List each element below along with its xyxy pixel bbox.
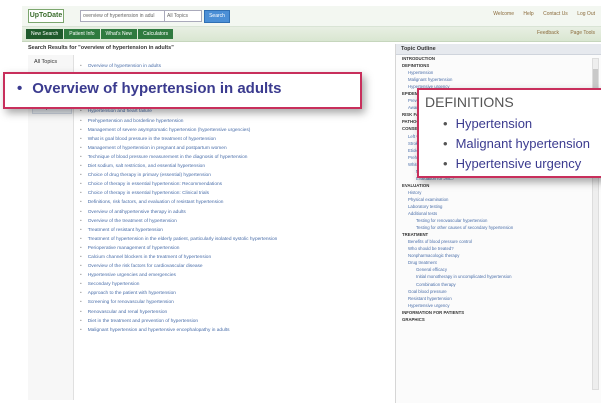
outline-item[interactable]: Hypertension	[402, 69, 601, 76]
result-item[interactable]: Definitions, risk factors, and evaluatio…	[80, 198, 380, 207]
outline-item[interactable]: Physical examination	[402, 196, 601, 203]
result-item[interactable]: Overview of hypertension in adults	[80, 62, 380, 71]
outline-item[interactable]: Laboratory testing	[402, 203, 601, 210]
result-item[interactable]: Choice of therapy in essential hypertens…	[80, 189, 380, 198]
feedback-link[interactable]: Feedback	[537, 30, 559, 36]
result-item[interactable]: Prehypertension and borderline hypertens…	[80, 117, 380, 126]
tab-calculators[interactable]: Calculators	[138, 29, 174, 39]
result-item[interactable]: Treatment of resistant hypertension	[80, 226, 380, 235]
result-item[interactable]: Overview of antihypertensive therapy in …	[80, 208, 380, 217]
outline-item[interactable]: Combination therapy	[402, 281, 601, 288]
topic-outline-heading: Topic Outline	[396, 44, 601, 55]
outline-section-heading[interactable]: DEFINITIONS	[402, 62, 601, 69]
result-item[interactable]: Screening for renovascular hypertension	[80, 298, 380, 307]
outline-item[interactable]: Resistant hypertension	[402, 295, 601, 302]
uptodate-window: UpToDate overview of hypertension in adu…	[0, 0, 601, 403]
outline-item[interactable]: Who should be treated?	[402, 245, 601, 252]
search-scope-select[interactable]: All Topics	[164, 10, 202, 22]
top-bar: UpToDate overview of hypertension in adu…	[22, 6, 601, 27]
overview-zoom-callout: Overview of hypertension in adults	[3, 72, 362, 109]
uptodate-logo[interactable]: UpToDate	[28, 9, 64, 23]
result-item[interactable]: Secondary hypertension	[80, 280, 380, 289]
result-item[interactable]: Overview of the treatment of hypertensio…	[80, 217, 380, 226]
nav-bar: New Search Patient Info What's New Calcu…	[22, 27, 601, 42]
search-input[interactable]: overview of hypertension in adul	[80, 10, 166, 22]
top-link-help[interactable]: Help	[523, 11, 533, 17]
top-link-contact[interactable]: Contact Us	[543, 11, 568, 17]
outline-item[interactable]: Benefits of blood pressure control	[402, 238, 601, 245]
outline-section-heading[interactable]: INFORMATION FOR PATIENTS	[402, 309, 601, 316]
outline-item[interactable]: General efficacy	[402, 266, 601, 273]
result-item[interactable]: Choice of therapy in essential hypertens…	[80, 180, 380, 189]
definitions-callout-list: Hypertension Malignant hypertension Hype…	[443, 114, 590, 174]
result-item[interactable]: Management of severe asymptomatic hypert…	[80, 126, 380, 135]
tab-new-search[interactable]: New Search	[26, 29, 64, 39]
outline-item[interactable]: Testing for renovascular hypertension	[402, 217, 601, 224]
result-item[interactable]: Technique of blood pressure measurement …	[80, 153, 380, 162]
results-heading: Search Results for "overview of hyperten…	[28, 45, 174, 51]
outline-item[interactable]: Drug treatment	[402, 259, 601, 266]
outline-section-heading[interactable]: GRAPHICS	[402, 316, 601, 323]
outline-item[interactable]: Testing for other causes of secondary hy…	[402, 224, 601, 231]
sidebar-item-all-topics[interactable]: All Topics	[34, 59, 57, 65]
top-link-logout[interactable]: Log Out	[577, 11, 595, 17]
outline-item[interactable]: Malignant hypertension	[402, 76, 601, 83]
tab-patient-info[interactable]: Patient Info	[64, 29, 100, 39]
definitions-callout-item: Hypertension	[443, 114, 590, 134]
outline-section-heading[interactable]: INTRODUCTION	[402, 55, 601, 62]
nav-right-links: Feedback Page Tools	[527, 30, 595, 36]
result-item[interactable]: Malignant hypertension and hypertensive …	[80, 326, 380, 335]
page-tools-link[interactable]: Page Tools	[570, 30, 595, 36]
result-item[interactable]: Treatment of hypertension in the elderly…	[80, 235, 380, 244]
outline-item[interactable]: History	[402, 189, 601, 196]
outline-item[interactable]: Additional tests	[402, 210, 601, 217]
result-item[interactable]: Diet sodium, salt restriction, and essen…	[80, 162, 380, 171]
definitions-zoom-callout: DEFINITIONS Hypertension Malignant hyper…	[417, 88, 601, 178]
result-item[interactable]: Approach to the patient with hypertensio…	[80, 289, 380, 298]
result-item[interactable]: Diet in the treatment and prevention of …	[80, 317, 380, 326]
top-links: Welcome Help Contact Us Log Out	[485, 11, 595, 17]
outline-section-heading[interactable]: EVALUATION	[402, 182, 601, 189]
outline-section-heading[interactable]: TREATMENT	[402, 231, 601, 238]
nav-tabs: New Search Patient Info What's New Calcu…	[26, 29, 174, 39]
definitions-callout-item: Hypertensive urgency	[443, 154, 590, 174]
outline-item[interactable]: Goal blood pressure	[402, 288, 601, 295]
outline-item[interactable]: Hypertensive urgency	[402, 302, 601, 309]
result-item[interactable]: Perioperative management of hypertension	[80, 244, 380, 253]
result-item[interactable]: Hypertensive urgencies and emergencies	[80, 271, 380, 280]
outline-item[interactable]: Nonpharmacologic therapy	[402, 252, 601, 259]
definitions-callout-title: DEFINITIONS	[425, 94, 514, 110]
result-item[interactable]: Choice of drug therapy in primary (essen…	[80, 171, 380, 180]
result-item[interactable]: Overview of the risk factors for cardiov…	[80, 262, 380, 271]
search-button[interactable]: Search	[204, 10, 230, 23]
tab-whats-new[interactable]: What's New	[100, 29, 138, 39]
result-item[interactable]: Calcium channel blockers in the treatmen…	[80, 253, 380, 262]
top-link-welcome[interactable]: Welcome	[493, 11, 514, 17]
overview-callout-text: Overview of hypertension in adults	[17, 80, 281, 97]
result-item[interactable]: Renovascular and renal hypertension	[80, 308, 380, 317]
outline-item[interactable]: Initial monotherapy in uncomplicated hyp…	[402, 273, 601, 280]
definitions-callout-item: Malignant hypertension	[443, 134, 590, 154]
result-item[interactable]: Management of hypertension in pregnant a…	[80, 144, 380, 153]
result-item[interactable]: What is goal blood pressure in the treat…	[80, 135, 380, 144]
